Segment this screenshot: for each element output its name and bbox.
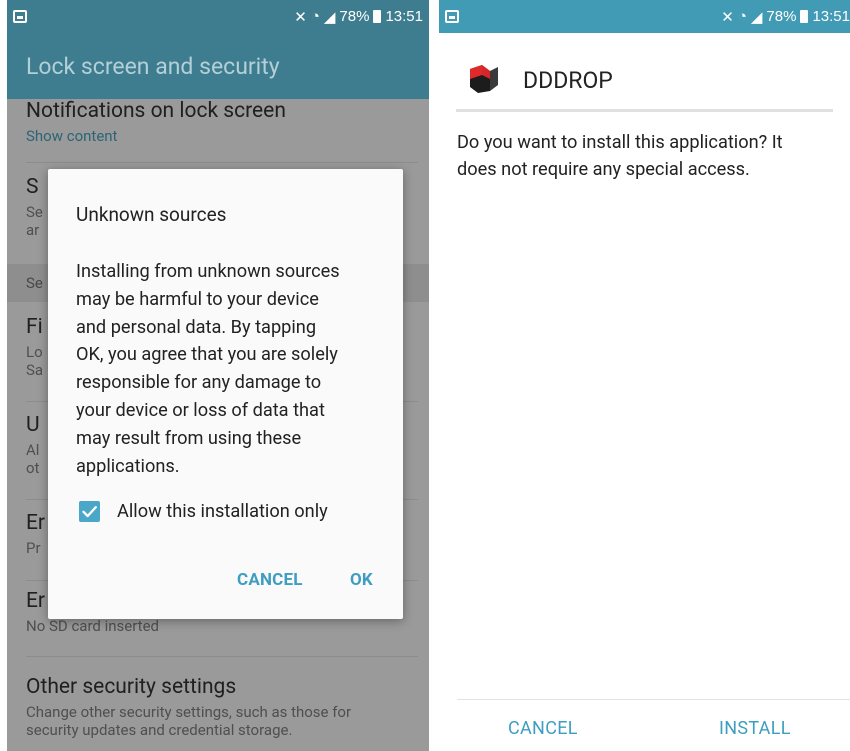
signal-icon: ◢ [323,8,336,26]
mute-icon: ✕ [294,8,307,26]
wifi-icon: ◔ [737,8,747,25]
app-icon [470,65,498,93]
header-divider [456,109,833,112]
install-message-line: Do you want to install this application?… [457,132,783,153]
dialog-body-line: and personal data. By tapping [76,316,317,338]
dialog-body-line: responsible for any damage to [76,372,322,394]
checkbox-label: Allow this installation only [117,501,328,522]
unknown-sources-dialog: Unknown sources Installing from unknown … [48,169,403,619]
left-screen: ✕ ◔ ◢ 78% 13:51 Lock screen and security… [7,0,429,751]
picture-icon [13,10,27,23]
status-bar: ✕ ◔ ◢ 78% 13:51 [7,0,429,33]
wifi-icon: ◔ [310,8,320,25]
battery-icon [800,10,809,23]
button-bar-divider [457,699,850,700]
dialog-body-line: may be harmful to your device [76,288,319,310]
allow-installation-checkbox[interactable] [79,501,100,522]
section-label: Se [26,274,43,292]
right-screen: ✕ ◔ ◢ 78% 13:51 DDDROP Do you want to in… [439,0,850,751]
dialog-body-line: applications. [76,455,180,477]
dialog-title: Unknown sources [76,203,227,226]
dialog-body-line: Installing from unknown sources [76,261,340,282]
app-name: DDDROP [523,67,613,94]
mute-icon: ✕ [721,8,734,26]
setting-subtitle: security updates and credential storage. [26,721,293,739]
status-time: 13:51 [812,8,850,25]
setting-other-security[interactable]: Other security settings Change other sec… [26,675,418,751]
dialog-body-line: may result from using these [76,427,302,449]
picture-icon [445,10,459,23]
setting-subtitle: Show content [26,127,118,145]
setting-subtitle: No SD card inserted [26,617,159,635]
install-message-line: does not require any special access. [457,159,750,180]
cancel-button[interactable]: CANCEL [237,570,303,590]
dialog-body-line: OK, you agree that you are solely [76,344,338,366]
dialog-body: Installing from unknown sources may be h… [76,258,376,480]
app-header: DDDROP [439,33,850,112]
battery-percent: 78% [766,8,797,25]
status-bar: ✕ ◔ ◢ 78% 13:51 [439,0,850,33]
checkmark-icon [82,506,97,518]
battery-icon [373,10,382,23]
setting-title: Other security settings [26,675,237,699]
install-message: Do you want to install this application?… [457,129,849,183]
install-button[interactable]: INSTALL [719,718,791,739]
ok-button[interactable]: OK [350,570,373,590]
app-bar: Lock screen and security [7,33,429,99]
status-time: 13:51 [385,8,423,25]
cancel-button[interactable]: CANCEL [508,718,578,739]
signal-icon: ◢ [750,8,763,26]
setting-title: Notifications on lock screen [26,99,286,123]
setting-subtitle: Change other security settings, such as … [26,703,352,721]
dialog-body-line: your device or loss of data that [76,399,325,421]
battery-percent: 78% [339,8,370,25]
page-title: Lock screen and security [26,52,280,80]
setting-notifications-lock-screen[interactable]: Notifications on lock screen Show conten… [26,99,418,163]
